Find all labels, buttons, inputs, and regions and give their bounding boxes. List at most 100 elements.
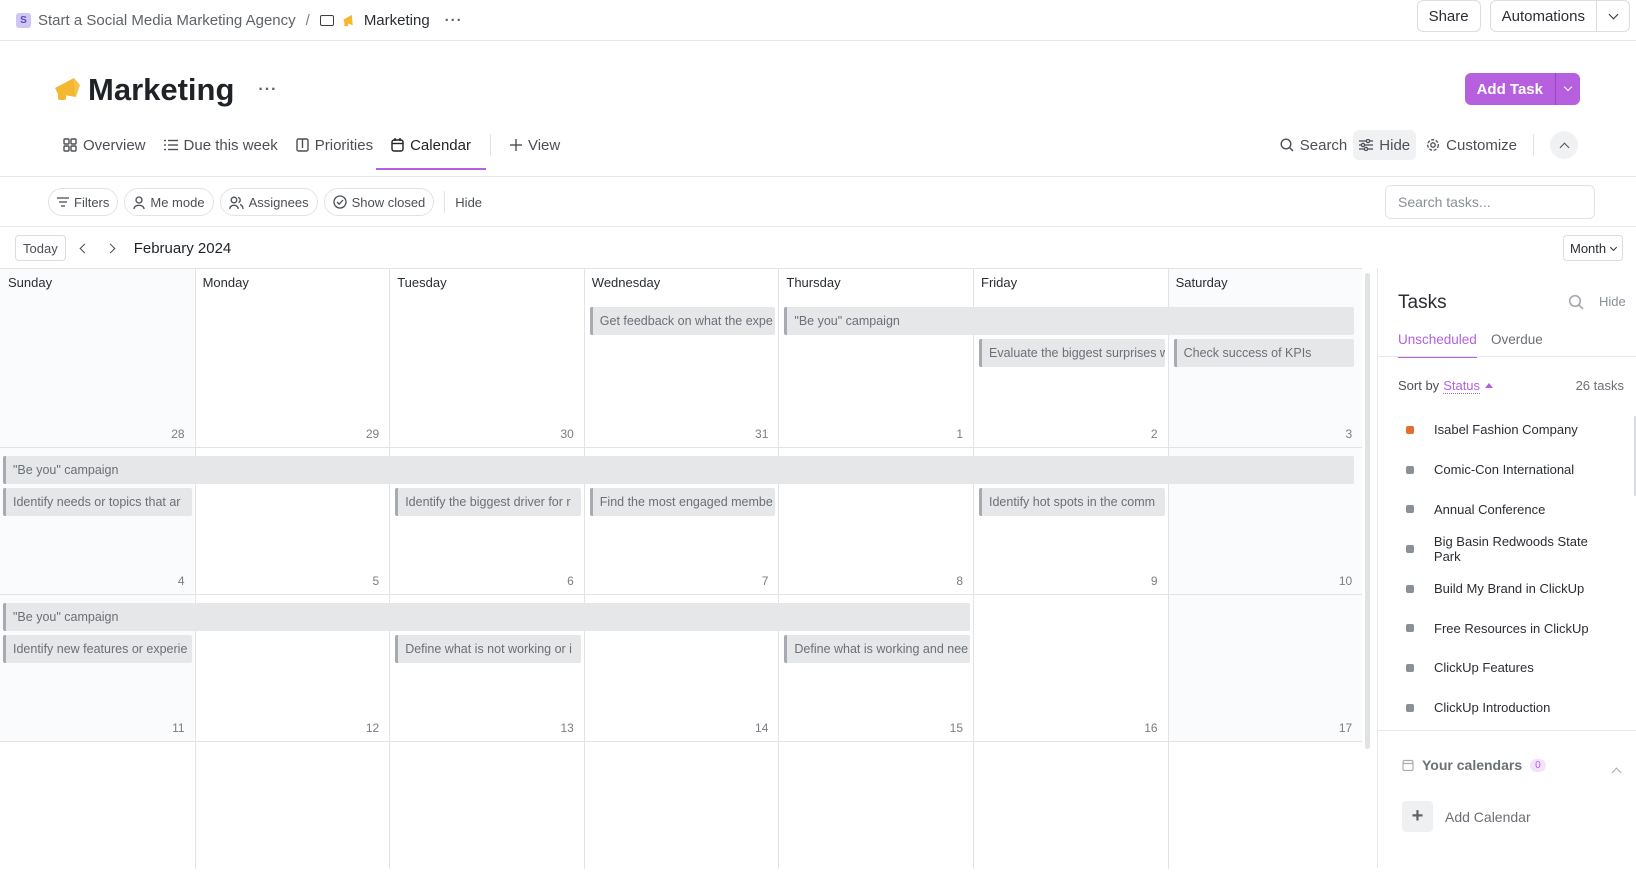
calendar-event[interactable]: Define what is not working or i [395, 635, 581, 663]
automations-button[interactable]: Automations [1491, 1, 1597, 31]
tab-due-this-week[interactable]: Due this week [155, 130, 287, 160]
hide-label: Hide [1379, 136, 1411, 154]
tab-label: Due this week [183, 136, 278, 154]
calendar-event[interactable]: Define what is working and nee [784, 635, 970, 663]
day-cell[interactable] [0, 741, 195, 881]
day-cell[interactable] [584, 269, 779, 447]
today-button[interactable]: Today [15, 235, 66, 261]
hide-filters-button[interactable]: Hide [444, 191, 492, 213]
day-cell[interactable] [778, 269, 973, 447]
customize-button[interactable]: Customize [1420, 130, 1523, 160]
tab-unscheduled[interactable]: Unscheduled [1398, 332, 1477, 358]
tab-overdue[interactable]: Overdue [1491, 332, 1543, 347]
calendar-event[interactable]: Evaluate the biggest surprises w [979, 339, 1165, 367]
tab-priorities[interactable]: Priorities [287, 130, 382, 160]
view-mode-select[interactable]: Month [1563, 235, 1624, 261]
calendar-event[interactable]: Identify needs or topics that ar [3, 488, 192, 516]
day-cell[interactable] [1168, 594, 1363, 741]
calendar-event[interactable]: "Be you" campaign [3, 603, 970, 631]
unscheduled-task[interactable]: Isabel Fashion Company [1406, 410, 1616, 450]
status-dot-icon [1406, 624, 1414, 633]
sort-ascending-icon[interactable] [1485, 383, 1494, 388]
breadcrumb: S Start a Social Media Marketing Agency … [0, 12, 463, 29]
day-cell[interactable] [389, 269, 584, 447]
calendar-event[interactable]: Identify new features or experie [3, 635, 192, 663]
calendar-event[interactable]: "Be you" campaign [3, 456, 1355, 484]
chevron-down-icon [1610, 243, 1618, 251]
unscheduled-task[interactable]: Comic-Con International [1406, 450, 1616, 490]
breadcrumb-current[interactable]: Marketing [364, 12, 430, 29]
divider [1378, 356, 1636, 357]
day-number: 15 [949, 721, 963, 735]
automations-dropdown[interactable] [1597, 1, 1629, 31]
unscheduled-task[interactable]: Big Basin Redwoods State Park [1406, 529, 1616, 569]
calendar-event[interactable]: Identify the biggest driver for r [395, 488, 581, 516]
automations-split-button: Automations [1489, 0, 1630, 32]
collapse-header-button[interactable] [1550, 131, 1578, 159]
check-circle-icon [332, 195, 347, 209]
tab-label: Priorities [314, 136, 374, 154]
breadcrumb-more-icon[interactable]: ··· [445, 12, 463, 29]
me-mode-button[interactable]: Me mode [124, 188, 214, 216]
day-cell[interactable] [973, 741, 1168, 881]
day-number: 16 [1144, 721, 1158, 735]
tab-overview[interactable]: Overview [54, 130, 155, 160]
day-cell[interactable] [1168, 741, 1363, 881]
your-calendars-header[interactable]: Your calendars 0 [1402, 757, 1546, 773]
page-more-icon[interactable]: ··· [258, 81, 277, 99]
calendar-event[interactable]: Find the most engaged membe [589, 488, 776, 516]
search-button[interactable]: Search [1274, 130, 1354, 160]
unscheduled-task[interactable]: Build My Brand in ClickUp [1406, 569, 1616, 609]
folder-icon [319, 14, 334, 26]
assignees-button[interactable]: Assignees [219, 188, 318, 216]
calendar-event[interactable]: "Be you" campaign [784, 307, 1355, 335]
breadcrumb-workspace[interactable]: Start a Social Media Marketing Agency [38, 12, 296, 29]
day-cell[interactable] [195, 269, 390, 447]
divider [1533, 134, 1534, 156]
previous-month-button[interactable] [78, 238, 92, 258]
sidebar-hide-button[interactable]: Hide [1599, 294, 1626, 309]
list-icon [163, 139, 178, 151]
calendar-event[interactable]: Get feedback on what the expe [589, 307, 776, 335]
search-label: Search [1299, 136, 1348, 154]
filters-label: Filters [74, 194, 110, 210]
calendar-icon [391, 138, 404, 152]
unscheduled-task[interactable]: Free Resources in ClickUp [1406, 608, 1616, 648]
day-cell[interactable] [778, 741, 973, 881]
add-calendar-button[interactable]: + Add Calendar [1402, 801, 1531, 832]
chevron-up-icon [1559, 142, 1569, 152]
view-tabs: Overview Due this week Priorities Calend… [54, 130, 569, 170]
calendar-scrollbar[interactable] [1365, 273, 1370, 749]
calendar-grid: Sunday Monday Tuesday Wednesday Thursday Frid… [0, 268, 1363, 869]
add-task-button[interactable]: Add Task [1465, 73, 1556, 105]
hide-button[interactable]: Hide [1353, 130, 1417, 160]
day-cell[interactable] [584, 741, 779, 881]
unscheduled-task[interactable]: ClickUp Features [1406, 648, 1616, 688]
task-name: Big Basin Redwoods State Park [1433, 533, 1588, 564]
calendars-count-badge: 0 [1530, 758, 1546, 772]
sliders-icon [1359, 139, 1374, 151]
search-icon[interactable] [1568, 294, 1584, 310]
day-cell[interactable] [195, 741, 390, 881]
unscheduled-task[interactable]: ClickUp Introduction [1406, 688, 1616, 728]
search-tasks-input[interactable] [1385, 185, 1595, 219]
day-cell[interactable] [389, 741, 584, 881]
tab-label: Calendar [410, 136, 471, 154]
tab-calendar[interactable]: Calendar [376, 130, 486, 170]
unscheduled-task[interactable]: Annual Conference [1406, 489, 1616, 529]
day-cell[interactable] [973, 594, 1168, 741]
chevron-up-icon[interactable] [1611, 767, 1622, 778]
task-name: ClickUp Features [1434, 660, 1534, 676]
next-month-button[interactable] [104, 238, 118, 258]
top-bar: S Start a Social Media Marketing Agency … [0, 0, 1636, 41]
calendar-icon [1402, 759, 1414, 771]
calendar-event[interactable]: Identify hot spots in the comm [979, 488, 1165, 516]
filters-button[interactable]: Filters [48, 188, 119, 216]
share-button[interactable]: Share [1416, 0, 1481, 32]
sort-field-button[interactable]: Status [1443, 378, 1481, 394]
calendar-event[interactable]: Check success of KPIs [1173, 339, 1355, 367]
show-closed-button[interactable]: Show closed [323, 188, 435, 216]
day-cell[interactable] [0, 269, 195, 447]
add-task-dropdown[interactable] [1556, 73, 1580, 105]
add-view-button[interactable]: View [501, 130, 569, 160]
